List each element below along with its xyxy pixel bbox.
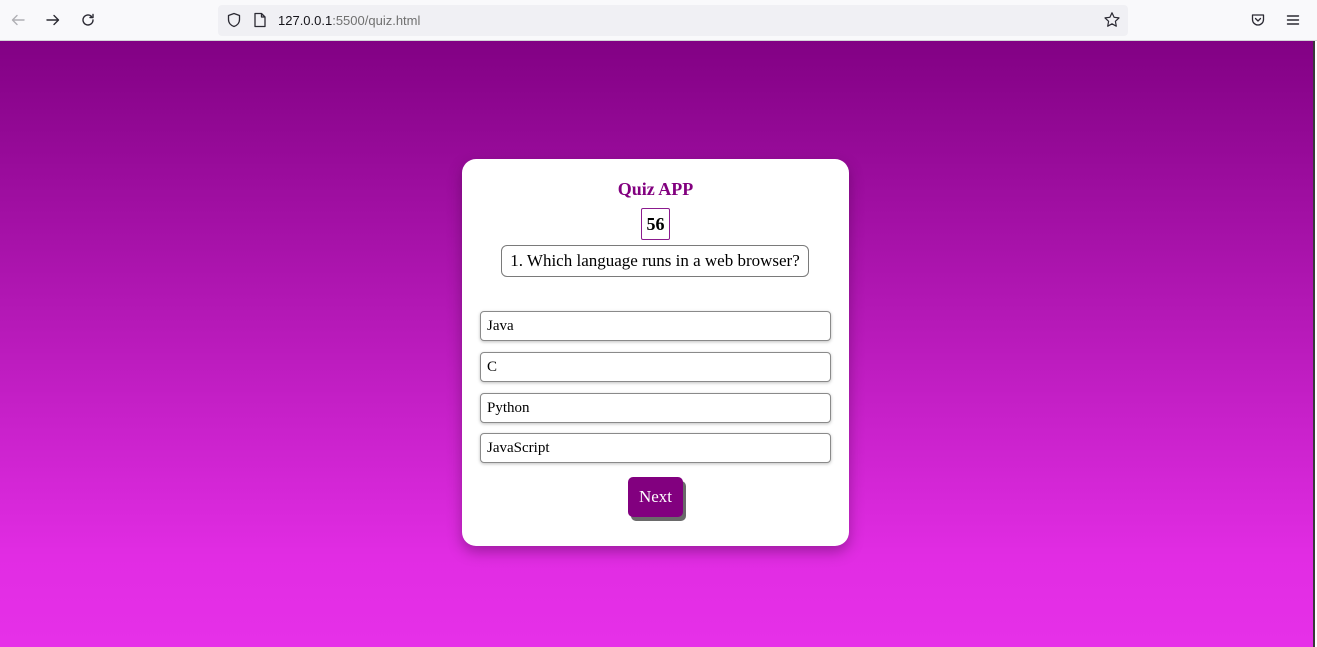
timer-display: 56 <box>641 208 670 240</box>
quiz-card: Quiz APP 56 1. Which language runs in a … <box>462 159 849 546</box>
page-icon <box>248 8 272 32</box>
next-button[interactable]: Next <box>628 477 683 517</box>
answer-option-java[interactable]: Java <box>480 311 831 341</box>
url-text[interactable]: 127.0.0.1:5500/quiz.html <box>278 13 420 28</box>
pocket-icon[interactable] <box>1246 8 1270 32</box>
forward-arrow-icon[interactable] <box>41 8 65 32</box>
browser-toolbar: 127.0.0.1:5500/quiz.html <box>0 0 1317 41</box>
star-icon[interactable] <box>1100 8 1124 32</box>
url-path: :5500/quiz.html <box>332 13 421 28</box>
answer-option-python[interactable]: Python <box>480 393 831 423</box>
answer-option-javascript[interactable]: JavaScript <box>480 433 831 463</box>
shield-icon[interactable] <box>222 8 246 32</box>
question-text: 1. Which language runs in a web browser? <box>501 245 809 277</box>
back-arrow-icon[interactable] <box>6 8 30 32</box>
answer-option-c[interactable]: C <box>480 352 831 382</box>
reload-icon[interactable] <box>76 8 100 32</box>
url-bar[interactable]: 127.0.0.1:5500/quiz.html <box>218 5 1128 36</box>
url-host: 127.0.0.1 <box>278 13 333 28</box>
quiz-title: Quiz APP <box>617 179 694 199</box>
hamburger-menu-icon[interactable] <box>1281 8 1305 32</box>
page-background: Quiz APP 56 1. Which language runs in a … <box>0 41 1315 647</box>
